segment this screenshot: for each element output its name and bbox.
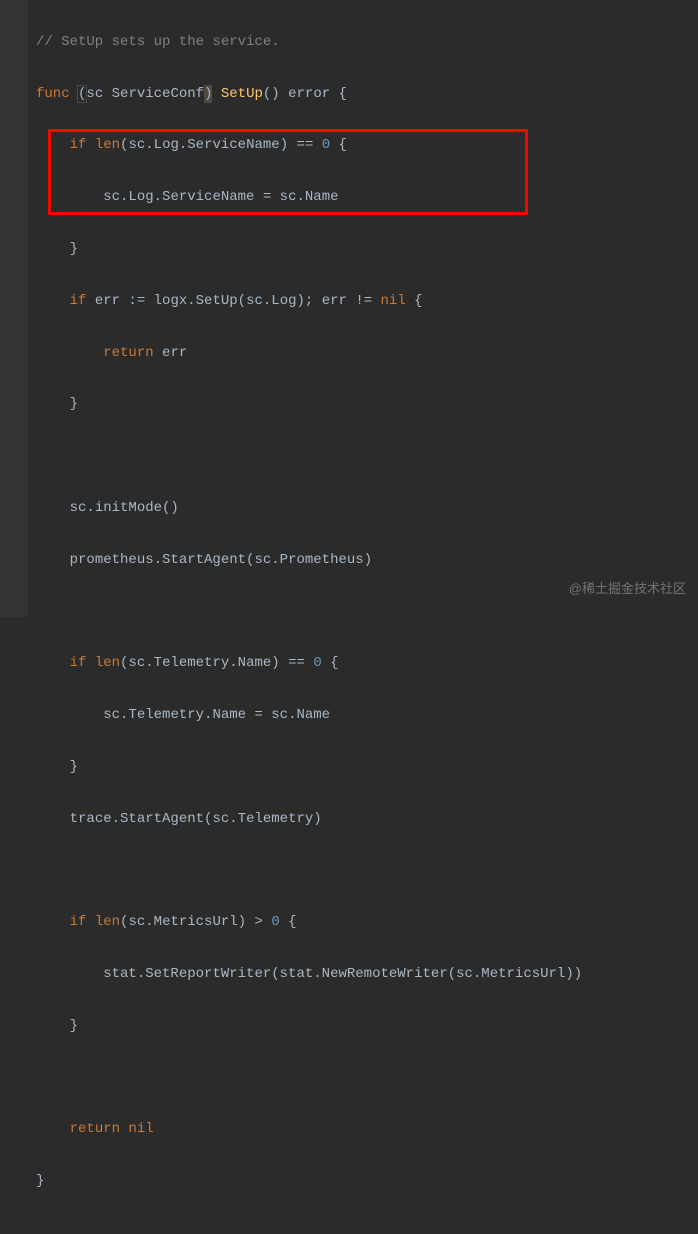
gutter <box>0 0 28 617</box>
code-line: if err := logx.SetUp(sc.Log); err != nil… <box>36 289 698 315</box>
code-line: sc.initMode() <box>36 496 698 522</box>
code-line: return err <box>36 341 698 367</box>
code-line: return nil <box>36 1117 698 1143</box>
code-line: } <box>36 1014 698 1040</box>
code-line: if len(sc.Log.ServiceName) == 0 { <box>36 133 698 159</box>
code-line: // SetUp sets up the service. <box>36 30 698 56</box>
code-line <box>36 444 698 470</box>
code-line <box>36 858 698 884</box>
code-line: trace.StartAgent(sc.Telemetry) <box>36 807 698 833</box>
code-line: func (sc ServiceConf) SetUp() error { <box>36 82 698 108</box>
code-line: if len(sc.Telemetry.Name) == 0 { <box>36 651 698 677</box>
code-line: } <box>36 755 698 781</box>
code-area[interactable]: // SetUp sets up the service. func (sc S… <box>28 0 698 617</box>
code-line: } <box>36 237 698 263</box>
code-line: sc.Log.ServiceName = sc.Name <box>36 185 698 211</box>
code-line: } <box>36 392 698 418</box>
code-editor[interactable]: // SetUp sets up the service. func (sc S… <box>0 0 698 617</box>
code-line <box>36 599 698 625</box>
code-line: if len(sc.MetricsUrl) > 0 { <box>36 910 698 936</box>
watermark: @稀土掘金技术社区 <box>569 577 686 601</box>
code-line: stat.SetReportWriter(stat.NewRemoteWrite… <box>36 962 698 988</box>
code-line: prometheus.StartAgent(sc.Prometheus) <box>36 548 698 574</box>
code-line <box>36 1066 698 1092</box>
code-line: sc.Telemetry.Name = sc.Name <box>36 703 698 729</box>
code-line: } <box>36 1169 698 1195</box>
